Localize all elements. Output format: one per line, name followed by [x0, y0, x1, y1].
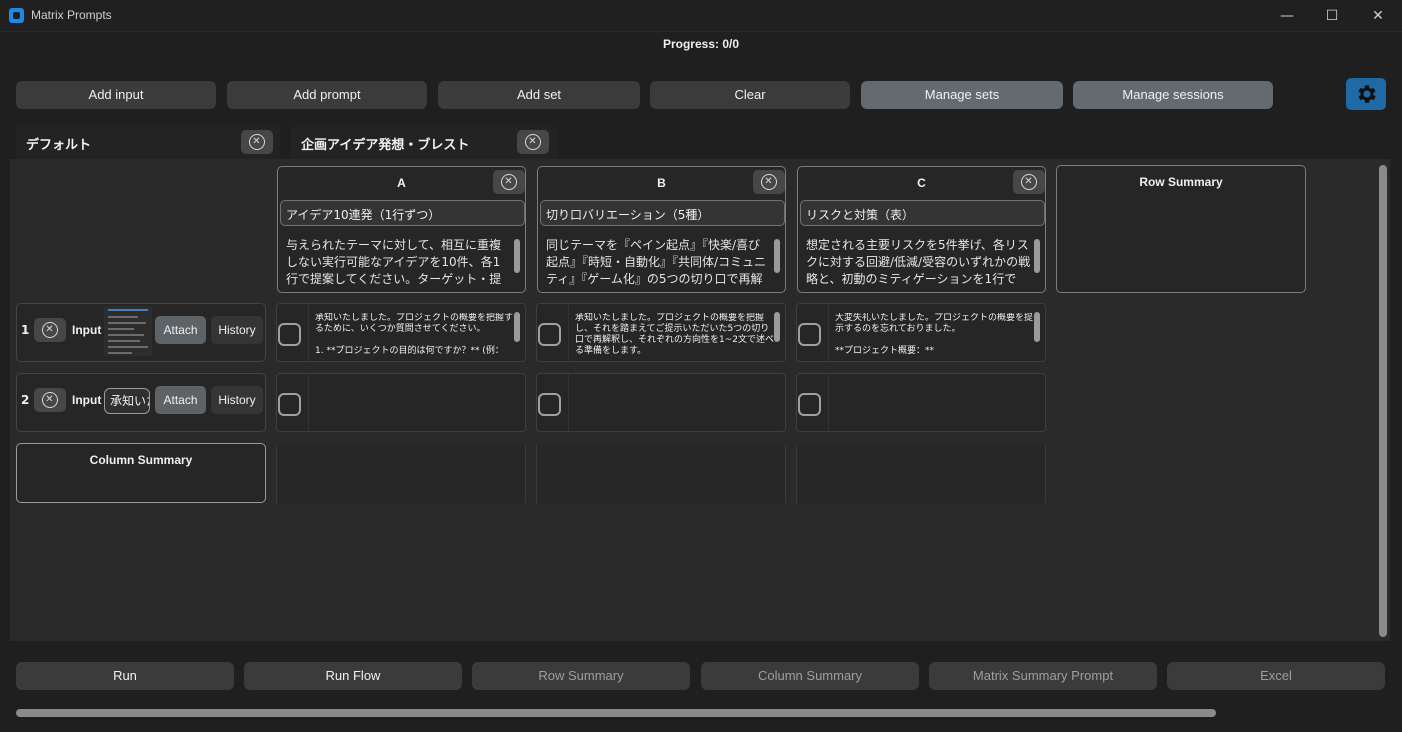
cell-scrollbar[interactable]	[774, 312, 780, 342]
manage-sessions-button[interactable]: Manage sessions	[1073, 81, 1273, 109]
matrix-cell	[536, 373, 786, 432]
cell-response[interactable]	[575, 383, 775, 427]
close-column-button[interactable]: ✕	[753, 170, 785, 194]
column-card-c: C ✕ リスクと対策（表） 想定される主要リスクを5件挙げ、各リスクに対する回避…	[797, 166, 1046, 293]
prompt-scrollbar[interactable]	[514, 239, 520, 273]
close-icon: ✕	[45, 324, 54, 335]
column-summary-cell	[796, 445, 1046, 503]
column-prompt-text[interactable]: 想定される主要リスクを5件挙げ、各リスクに対する回避/低減/受容のいずれかの戦略…	[806, 237, 1031, 289]
set-tab-brainstorm[interactable]: 企画アイデア発想・ブレスト ✕	[291, 127, 558, 159]
minimize-button[interactable]: —	[1264, 4, 1310, 28]
close-icon: ✕	[528, 136, 537, 147]
horizontal-scrollbar[interactable]	[16, 709, 1216, 717]
cell-response[interactable]	[315, 383, 515, 427]
close-set-button[interactable]: ✕	[517, 130, 549, 154]
cell-checkbox[interactable]	[798, 323, 821, 346]
remove-row-button[interactable]: ✕	[34, 318, 66, 342]
attach-button[interactable]: Attach	[155, 316, 206, 344]
row-summary-card[interactable]: Row Summary	[1056, 165, 1306, 293]
cell-checkbox[interactable]	[538, 393, 561, 416]
column-title-input[interactable]: 切り口バリエーション（5種）	[540, 200, 785, 226]
column-summary-header: Column Summary	[89, 453, 193, 467]
row-card-2: 2 ✕ Input 承知いたしました Attach History	[16, 373, 266, 432]
close-column-button[interactable]: ✕	[1013, 170, 1045, 194]
matrix-cell: 大変失礼いたしました。プロジェクトの概要を提示するのを忘れておりました。 **プ…	[796, 303, 1046, 362]
run-flow-button[interactable]: Run Flow	[244, 662, 462, 690]
cell-checkbox[interactable]	[278, 323, 301, 346]
row-summary-button[interactable]: Row Summary	[472, 662, 690, 690]
manage-sets-button[interactable]: Manage sets	[861, 81, 1063, 109]
set-tab-label: 企画アイデア発想・ブレスト	[301, 138, 470, 153]
add-set-button[interactable]: Add set	[438, 81, 640, 109]
row-number: 2	[21, 393, 30, 407]
clear-button[interactable]: Clear	[650, 81, 850, 109]
close-set-button[interactable]: ✕	[241, 130, 273, 154]
app-icon	[9, 8, 24, 23]
run-button[interactable]: Run	[16, 662, 234, 690]
column-summary-cell	[536, 445, 786, 503]
cell-response[interactable]	[835, 383, 1035, 427]
cell-scrollbar[interactable]	[514, 312, 520, 342]
prompt-scrollbar[interactable]	[774, 239, 780, 273]
column-summary-card[interactable]: Column Summary	[16, 443, 266, 503]
column-header: C	[917, 176, 926, 190]
column-card-b: B ✕ 切り口バリエーション（5種） 同じテーマを『ペイン起点』『快楽/喜び起点…	[537, 166, 786, 293]
input-thumbnail[interactable]	[104, 306, 152, 356]
gear-icon	[1358, 85, 1376, 103]
close-window-button[interactable]: ✕	[1355, 4, 1401, 28]
column-prompt-text[interactable]: 与えられたテーマに対して、相互に重複しない実行可能なアイデアを10件、各1行で提…	[286, 237, 511, 289]
input-label: Input	[72, 323, 102, 337]
window-title: Matrix Prompts	[31, 8, 112, 22]
close-icon: ✕	[252, 136, 261, 147]
close-icon: ✕	[45, 394, 54, 405]
cell-response[interactable]: 大変失礼いたしました。プロジェクトの概要を提示するのを忘れておりました。 **プ…	[835, 313, 1035, 357]
remove-row-button[interactable]: ✕	[34, 388, 66, 412]
cell-checkbox[interactable]	[538, 323, 561, 346]
set-tab-label: デフォルト	[26, 138, 92, 153]
settings-button[interactable]	[1346, 78, 1386, 110]
vertical-scrollbar[interactable]	[1379, 165, 1387, 637]
close-column-button[interactable]: ✕	[493, 170, 525, 194]
close-icon: ✕	[504, 176, 513, 187]
matrix-cell: 承知いたしました。プロジェクトの概要を把握し、それを踏まえてご提示いただいた5つ…	[536, 303, 786, 362]
prompt-scrollbar[interactable]	[1034, 239, 1040, 273]
matrix-cell: 承知いたしました。プロジェクトの概要を把握するために、いくつか質問させてください…	[276, 303, 526, 362]
close-icon: ✕	[764, 176, 773, 187]
matrix-summary-prompt-button[interactable]: Matrix Summary Prompt	[929, 662, 1157, 690]
add-prompt-button[interactable]: Add prompt	[227, 81, 427, 109]
excel-button[interactable]: Excel	[1167, 662, 1385, 690]
row-summary-header: Row Summary	[1139, 175, 1223, 189]
add-input-button[interactable]: Add input	[16, 81, 216, 109]
cell-scrollbar[interactable]	[1034, 312, 1040, 342]
cell-response[interactable]: 承知いたしました。プロジェクトの概要を把握し、それを踏まえてご提示いただいた5つ…	[575, 313, 775, 357]
column-header: B	[657, 176, 666, 190]
maximize-button[interactable]: ☐	[1309, 4, 1355, 28]
column-summary-button[interactable]: Column Summary	[701, 662, 919, 690]
column-title-input[interactable]: アイデア10連発（1行ずつ）	[280, 200, 525, 226]
history-button[interactable]: History	[211, 316, 263, 344]
progress-label: Progress: 0/0	[662, 37, 740, 51]
cell-checkbox[interactable]	[798, 393, 821, 416]
column-summary-cell	[276, 445, 526, 503]
column-title-input[interactable]: リスクと対策（表）	[800, 200, 1045, 226]
row-number: 1	[21, 323, 30, 337]
input-label: Input	[72, 393, 102, 407]
column-header: A	[397, 176, 406, 190]
row-card-1: 1 ✕ Input Attach History	[16, 303, 266, 362]
cell-checkbox[interactable]	[278, 393, 301, 416]
input-field[interactable]: 承知いたしました	[104, 388, 150, 414]
title-bar	[0, 0, 1402, 32]
close-icon: ✕	[1024, 176, 1033, 187]
cell-response[interactable]: 承知いたしました。プロジェクトの概要を把握するために、いくつか質問させてください…	[315, 313, 515, 357]
history-button[interactable]: History	[211, 386, 263, 414]
matrix-cell	[276, 373, 526, 432]
column-prompt-text[interactable]: 同じテーマを『ペイン起点』『快楽/喜び起点』『時短・自動化』『共同体/コミュニテ…	[546, 237, 771, 289]
attach-button[interactable]: Attach	[155, 386, 206, 414]
matrix-cell	[796, 373, 1046, 432]
set-tab-default[interactable]: デフォルト ✕	[16, 127, 280, 159]
column-card-a: A ✕ アイデア10連発（1行ずつ） 与えられたテーマに対して、相互に重複しない…	[277, 166, 526, 293]
